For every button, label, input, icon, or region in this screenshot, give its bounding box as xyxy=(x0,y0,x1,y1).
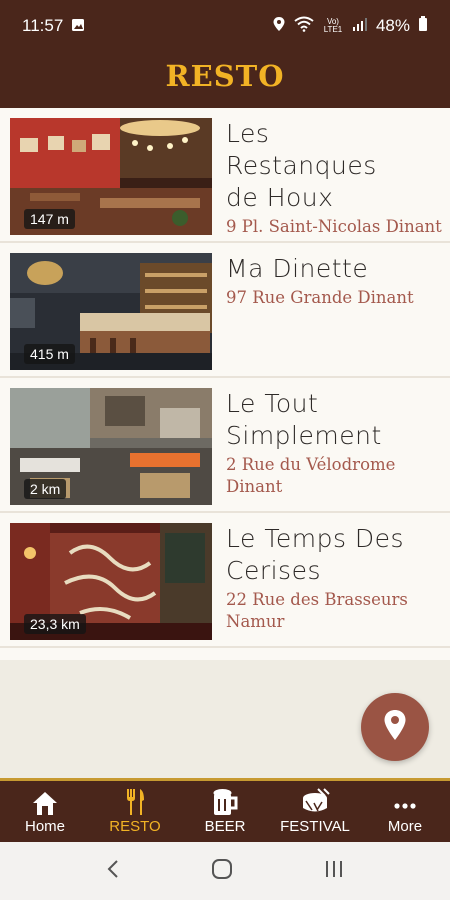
map-button[interactable] xyxy=(361,693,429,761)
nav-resto[interactable]: RESTO xyxy=(90,788,180,835)
restaurant-address: 9 Pl. Saint-Nicolas Dinant xyxy=(226,217,442,236)
nav-label: More xyxy=(387,818,423,835)
more-dots-icon xyxy=(393,788,417,816)
home-icon xyxy=(31,788,59,816)
restaurant-address: 2 Rue du Vélodrome Dinant xyxy=(226,455,396,496)
restaurant-photo: 415 m xyxy=(10,253,212,370)
beer-mug-icon xyxy=(211,788,239,816)
bottom-nav: Home RESTO BEER FESTIVAL More xyxy=(0,778,450,842)
signal-icon xyxy=(352,16,368,36)
restaurant-name: Le Tout Simplement xyxy=(226,389,382,450)
nav-more[interactable]: More xyxy=(360,788,450,835)
restaurant-card[interactable]: 2 km Le Tout Simplement 2 Rue du Vélodro… xyxy=(0,378,450,513)
restaurant-name: Ma Dinette xyxy=(226,254,369,283)
map-pin-icon xyxy=(383,709,407,745)
restaurant-card[interactable]: 147 m Les Restanques de Houx 9 Pl. Saint… xyxy=(0,108,450,243)
location-icon xyxy=(272,16,286,37)
home-button-icon[interactable] xyxy=(211,859,233,883)
restaurant-list: 147 m Les Restanques de Houx 9 Pl. Saint… xyxy=(0,108,450,660)
distance-badge: 147 m xyxy=(24,209,75,229)
nav-label: Home xyxy=(24,818,65,835)
back-icon[interactable] xyxy=(106,859,120,883)
battery-level: 48% xyxy=(375,16,410,35)
drum-icon xyxy=(300,788,330,816)
cutlery-icon xyxy=(124,788,146,816)
nav-label: RESTO xyxy=(109,818,161,835)
page-title: RESTO xyxy=(165,59,285,93)
gallery-icon xyxy=(71,18,85,35)
recents-icon[interactable] xyxy=(324,860,344,882)
battery-icon xyxy=(418,15,428,37)
restaurant-name: Les Restanques de Houx xyxy=(226,119,377,212)
system-nav xyxy=(0,842,450,900)
distance-badge: 415 m xyxy=(24,344,75,364)
restaurant-photo: 23,3 km xyxy=(10,523,212,640)
status-bar: 11:57 Vo) LTE1 48% xyxy=(0,0,450,52)
restaurant-photo: 2 km xyxy=(10,388,212,505)
distance-badge: 2 km xyxy=(24,479,67,499)
restaurant-address: 97 Rue Grande Dinant xyxy=(226,288,414,307)
status-time: 11:57 xyxy=(22,16,64,35)
restaurant-name: Le Temps Des Cerises xyxy=(226,524,405,585)
restaurant-photo: 147 m xyxy=(10,118,212,235)
nav-beer[interactable]: BEER xyxy=(180,788,270,835)
restaurant-card[interactable]: 415 m Ma Dinette 97 Rue Grande Dinant xyxy=(0,243,450,378)
nav-festival[interactable]: FESTIVAL xyxy=(270,788,360,835)
distance-badge: 23,3 km xyxy=(24,614,86,634)
restaurant-address: 22 Rue des Brasseurs Namur xyxy=(226,590,408,631)
nav-label: FESTIVAL xyxy=(280,818,350,835)
network-label: Vo) LTE1 xyxy=(323,17,343,34)
restaurant-card[interactable]: 23,3 km Le Temps Des Cerises 22 Rue des … xyxy=(0,513,450,648)
nav-label: BEER xyxy=(204,818,246,835)
wifi-icon xyxy=(294,16,314,37)
app-header: RESTO xyxy=(0,52,450,108)
nav-home[interactable]: Home xyxy=(0,788,90,835)
